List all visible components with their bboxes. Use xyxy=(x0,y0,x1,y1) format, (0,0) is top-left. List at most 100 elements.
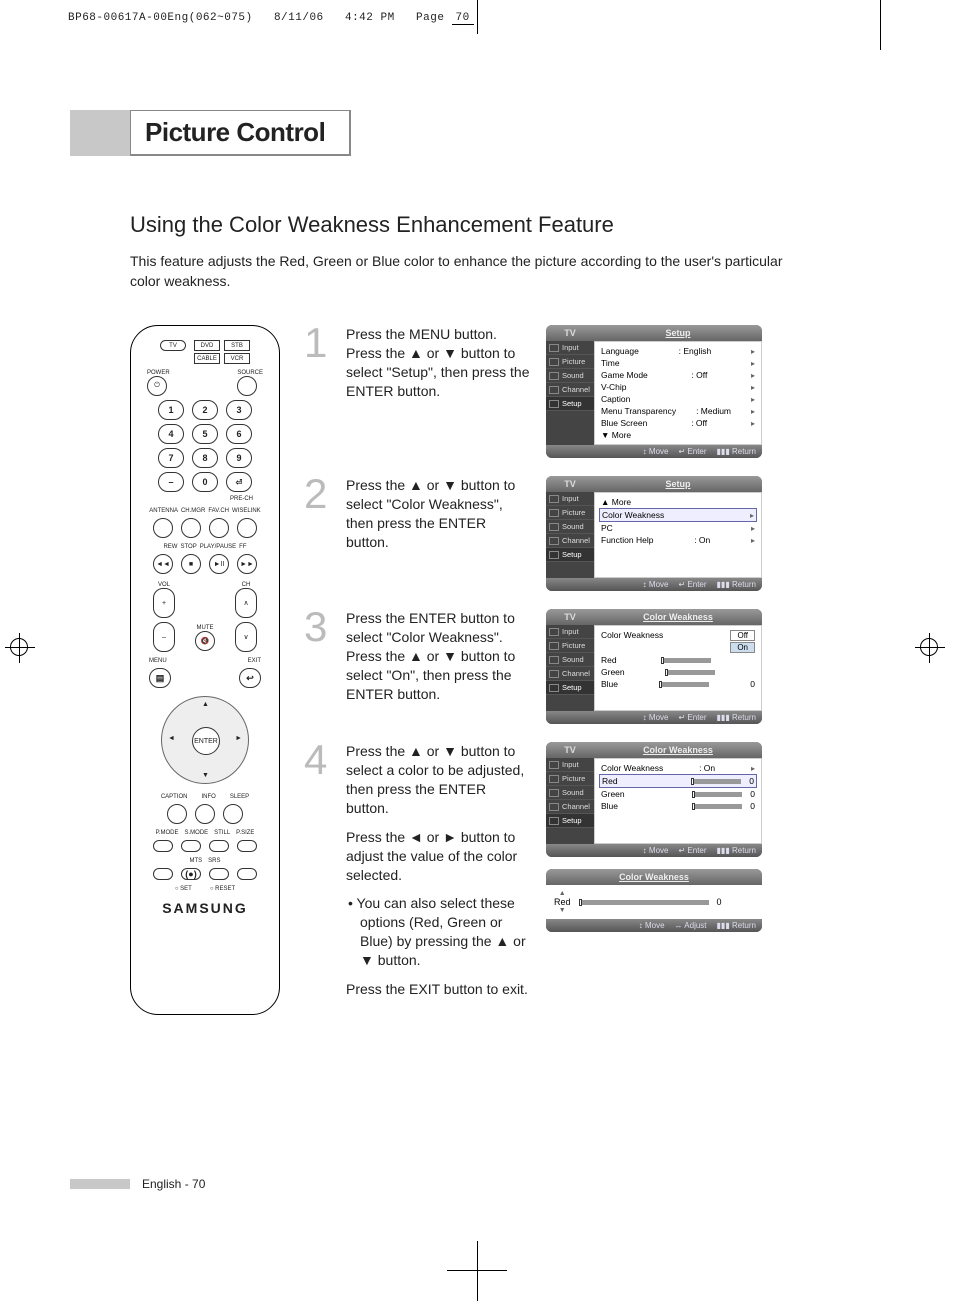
crop-mark-top xyxy=(477,0,478,34)
osd1-tv: TV xyxy=(546,328,594,338)
smode-label: S.MODE xyxy=(184,830,208,836)
osd1-menu: Language: English▸Time▸Game Mode: Off▸V-… xyxy=(594,341,762,445)
ch-label: CH xyxy=(235,582,257,588)
osd1-title: Setup xyxy=(594,328,762,338)
source-label: SOURCE xyxy=(237,370,263,376)
sleep-button xyxy=(223,804,243,824)
info-label: INFO xyxy=(201,794,215,800)
remote-stb-button: STB xyxy=(224,340,250,351)
menu-item: PC▸ xyxy=(599,522,757,534)
osd4-sidebar: Input Picture Sound Channel Setup xyxy=(546,758,594,844)
osd3-menu: Color Weakness Off On Red Green Blue0 xyxy=(594,625,762,711)
footer-accent-bar xyxy=(70,1179,130,1189)
stop-button: ■ xyxy=(181,554,201,574)
osd-screenshot-5: Color Weakness ▲Red▼ 0 ↕ Move↔ Adjust▮▮▮… xyxy=(546,869,762,932)
play-button: ►II xyxy=(209,554,229,574)
side-channel: Channel xyxy=(562,385,590,394)
num-5: 5 xyxy=(192,424,218,444)
step-4: 4 Press the ▲ or ▼ button to select a co… xyxy=(304,742,890,1009)
num-6: 6 xyxy=(226,424,252,444)
osd1-footer: ↕ Move↵ Enter▮▮▮ Return xyxy=(546,445,762,458)
osd3-cw-label: Color Weakness xyxy=(601,630,663,640)
osd3-red: Red xyxy=(601,655,617,665)
footer-language: English xyxy=(142,1177,181,1191)
input-icon xyxy=(549,344,559,352)
psize-label: P.SIZE xyxy=(236,830,254,836)
osd5-up-icon: ▲ xyxy=(559,890,566,897)
osd3-tv: TV xyxy=(546,612,594,622)
mute-label: MUTE xyxy=(195,625,215,631)
caption-label: CAPTION xyxy=(161,794,188,800)
page-footer: English - 70 xyxy=(130,1177,205,1191)
set-label: ○ SET xyxy=(175,886,192,892)
step-1: 1 Press the MENU button. Press the ▲ or … xyxy=(304,325,890,458)
slug-time: 4:42 PM xyxy=(345,12,395,24)
side-input: Input xyxy=(562,343,579,352)
osd5-label: Red xyxy=(554,897,571,907)
play-label: PLAY/PAUSE xyxy=(200,544,236,550)
num-dash: – xyxy=(158,472,184,492)
ch-up: ∧ xyxy=(235,588,257,618)
menu-item: Time▸ xyxy=(599,357,757,369)
stop-label: STOP xyxy=(180,544,196,550)
rew-button: ◄◄ xyxy=(153,554,173,574)
osd5-value: 0 xyxy=(717,897,722,907)
chmgr-button xyxy=(181,518,201,538)
pmode-button xyxy=(153,840,173,852)
menu-item: Blue Screen: Off▸ xyxy=(599,417,757,429)
step-2-text: Press the ▲ or ▼ button to select "Color… xyxy=(346,476,532,552)
step-1-text: Press the MENU button. Press the ▲ or ▼ … xyxy=(346,325,532,401)
slug-date: 8/11/06 xyxy=(274,12,324,24)
osd2-menu: ▲ MoreColor Weakness▸PC▸Function Help: O… xyxy=(594,492,762,578)
osd4-menu: Color Weakness: On▸Red 0Green 0Blue 0 xyxy=(594,758,762,844)
osd2-sidebar: Input Picture Sound Channel Setup xyxy=(546,492,594,578)
chapter-accent-bar xyxy=(70,110,130,156)
picture-icon xyxy=(549,358,559,366)
num-3: 3 xyxy=(226,400,252,420)
slider-blue xyxy=(659,682,709,687)
crop-mark-top-right xyxy=(880,0,881,50)
slug-file: BP68-00617A-00Eng(062~075) xyxy=(68,12,253,24)
print-slug: BP68-00617A-00Eng(062~075) 8/11/06 4:42 … xyxy=(68,12,474,24)
srs-label: SRS xyxy=(208,858,220,864)
mts-label: MTS xyxy=(189,858,202,864)
menu-item: Green 0 xyxy=(599,788,757,800)
osd3-off: Off xyxy=(730,630,755,641)
antenna-button xyxy=(153,518,173,538)
osd4-title: Color Weakness xyxy=(594,745,762,755)
osd3-sidebar: Input Picture Sound Channel Setup xyxy=(546,625,594,711)
osd-screenshot-2: TVSetup Input Picture Sound Channel Setu… xyxy=(546,476,762,591)
osd5-footer: ↕ Move↔ Adjust▮▮▮ Return xyxy=(546,919,762,932)
menu-item: Menu Transparency: Medium▸ xyxy=(599,405,757,417)
srs-button: (●) xyxy=(181,868,201,880)
caption-button xyxy=(167,804,187,824)
menu-item: Color Weakness▸ xyxy=(599,508,757,522)
ch-down: ∨ xyxy=(235,622,257,652)
slider-red xyxy=(661,658,711,663)
step-3-text: Press the ENTER button to select "Color … xyxy=(346,609,532,703)
menu-label: MENU xyxy=(149,658,167,664)
osd2-title: Setup xyxy=(594,479,762,489)
remote-control-illustration: TV DVD STB CABLE VCR POWER⏻ SOUR xyxy=(130,325,280,1015)
crop-mark-bottom-v xyxy=(477,1241,478,1301)
step-4-bullet: • You can also select these options (Red… xyxy=(346,894,532,970)
still-label: STILL xyxy=(214,830,230,836)
ff-button: ►► xyxy=(237,554,257,574)
wiselink-label: WISELINK xyxy=(232,508,261,514)
num-1: 1 xyxy=(158,400,184,420)
menu-item: Blue 0 xyxy=(599,800,757,812)
brand-logo: SAMSUNG xyxy=(139,900,271,916)
slug-page-label: Page xyxy=(416,12,444,24)
prech-label: PRE-CH xyxy=(139,496,271,502)
sound-icon xyxy=(549,372,559,380)
dpad-up-icon: ▲ xyxy=(202,701,209,708)
menu-item: Red 0 xyxy=(599,774,757,788)
osd2-tv: TV xyxy=(546,479,594,489)
osd5-slider xyxy=(579,900,709,905)
menu-item: Caption▸ xyxy=(599,393,757,405)
still-button xyxy=(209,840,229,852)
menu-button: ▤ xyxy=(149,668,171,688)
side-setup: Setup xyxy=(562,399,582,408)
menu-item: Function Help: On▸ xyxy=(599,534,757,546)
remote-cable-button: CABLE xyxy=(194,353,220,364)
